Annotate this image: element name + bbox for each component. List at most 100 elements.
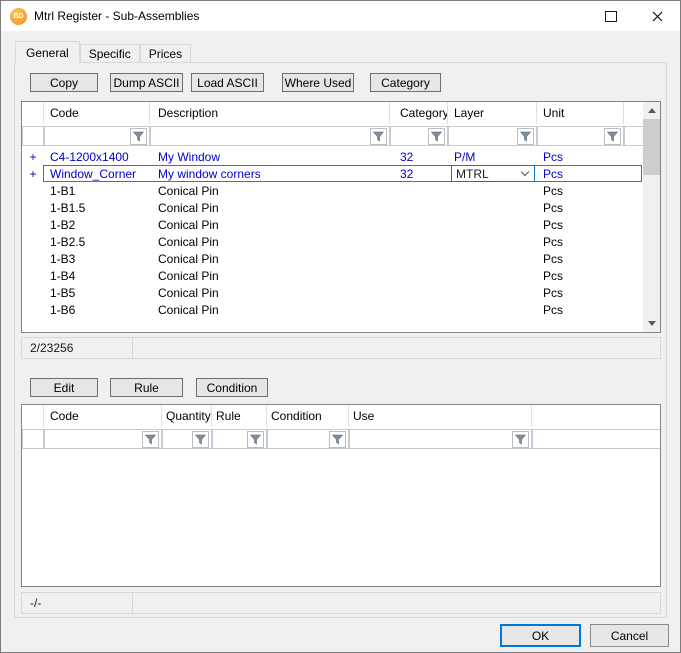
- cell-code[interactable]: 1-B5: [44, 284, 150, 301]
- filter-icon[interactable]: [130, 128, 147, 145]
- scroll-up-button[interactable]: [643, 102, 660, 119]
- filter-icon[interactable]: [512, 431, 529, 448]
- materials-filter-row: [22, 124, 643, 148]
- scrollbar-track[interactable]: [643, 119, 660, 315]
- cell-unit[interactable]: Pcs: [537, 182, 624, 199]
- cell-category[interactable]: [390, 199, 448, 216]
- cell-layer[interactable]: [448, 301, 537, 318]
- maximize-button[interactable]: [588, 1, 634, 31]
- chevron-down-icon: [521, 168, 529, 176]
- cell-description[interactable]: My window corners: [150, 165, 390, 182]
- vertical-scrollbar[interactable]: [643, 102, 660, 332]
- cell-layer[interactable]: [448, 233, 537, 250]
- cell-description[interactable]: Conical Pin: [150, 182, 390, 199]
- filter-icon[interactable]: [428, 128, 445, 145]
- cell-category[interactable]: [390, 216, 448, 233]
- filter-icon[interactable]: [247, 431, 264, 448]
- cell-code[interactable]: 1-B3: [44, 250, 150, 267]
- filter-icon[interactable]: [329, 431, 346, 448]
- row-expand-marker[interactable]: +: [22, 165, 44, 182]
- cell-layer[interactable]: P/M: [448, 148, 537, 165]
- filter-icon[interactable]: [192, 431, 209, 448]
- filter-category[interactable]: [390, 126, 448, 146]
- cell-description[interactable]: Conical Pin: [150, 284, 390, 301]
- cell-unit[interactable]: Pcs: [537, 233, 624, 250]
- cell-layer[interactable]: [448, 267, 537, 284]
- cell-unit[interactable]: Pcs: [537, 165, 624, 182]
- edit-button[interactable]: Edit: [30, 378, 98, 397]
- cell-code[interactable]: 1-B2: [44, 216, 150, 233]
- cell-code[interactable]: C4-1200x1400: [44, 148, 150, 165]
- cell-category[interactable]: [390, 250, 448, 267]
- cell-category[interactable]: [390, 284, 448, 301]
- copy-button[interactable]: Copy: [30, 73, 98, 92]
- filter-unit[interactable]: [537, 126, 624, 146]
- load-ascii-button[interactable]: Load ASCII: [191, 73, 264, 92]
- cancel-button[interactable]: Cancel: [590, 624, 669, 647]
- cell-description[interactable]: Conical Pin: [150, 199, 390, 216]
- cell-layer[interactable]: [448, 284, 537, 301]
- row-expand-marker[interactable]: +: [22, 148, 44, 165]
- filter-condition[interactable]: [267, 429, 349, 449]
- cell-unit[interactable]: Pcs: [537, 199, 624, 216]
- filter-icon[interactable]: [370, 128, 387, 145]
- filter-icon[interactable]: [142, 431, 159, 448]
- cell-category[interactable]: [390, 182, 448, 199]
- cell-category[interactable]: [390, 233, 448, 250]
- main-grid-statusbar: 2/23256: [21, 337, 661, 359]
- cell-unit[interactable]: Pcs: [537, 301, 624, 318]
- cell-description[interactable]: Conical Pin: [150, 233, 390, 250]
- filter-code[interactable]: [44, 429, 162, 449]
- where-used-button[interactable]: Where Used: [282, 73, 354, 92]
- layer-combobox[interactable]: MTRL: [451, 165, 535, 182]
- app-icon: BD: [10, 8, 27, 25]
- detail-grid-statusbar: -/-: [21, 592, 661, 614]
- cell-description[interactable]: Conical Pin: [150, 301, 390, 318]
- filter-description[interactable]: [150, 126, 390, 146]
- cell-unit[interactable]: Pcs: [537, 250, 624, 267]
- cell-unit[interactable]: Pcs: [537, 267, 624, 284]
- scrollbar-thumb[interactable]: [643, 119, 660, 175]
- filter-icon[interactable]: [604, 128, 621, 145]
- cell-category[interactable]: 32: [390, 148, 448, 165]
- cell-code[interactable]: 1-B6: [44, 301, 150, 318]
- filter-use[interactable]: [349, 429, 532, 449]
- filter-icon[interactable]: [517, 128, 534, 145]
- detail-grid-empty-body[interactable]: [22, 451, 660, 586]
- tab-specific[interactable]: Specific: [80, 44, 140, 62]
- cell-description[interactable]: Conical Pin: [150, 216, 390, 233]
- cell-code[interactable]: 1-B4: [44, 267, 150, 284]
- filter-layer[interactable]: [448, 126, 537, 146]
- cell-layer[interactable]: [448, 250, 537, 267]
- condition-button[interactable]: Condition: [196, 378, 268, 397]
- cell-code[interactable]: 1-B1: [44, 182, 150, 199]
- filter-rule[interactable]: [212, 429, 267, 449]
- cell-unit[interactable]: Pcs: [537, 148, 624, 165]
- rule-button[interactable]: Rule: [110, 378, 183, 397]
- cell-category[interactable]: 32: [390, 165, 448, 182]
- cell-description[interactable]: Conical Pin: [150, 267, 390, 284]
- tab-prices[interactable]: Prices: [140, 44, 191, 62]
- cell-category[interactable]: [390, 267, 448, 284]
- cell-description[interactable]: Conical Pin: [150, 250, 390, 267]
- cell-layer[interactable]: [448, 199, 537, 216]
- close-button[interactable]: [634, 1, 680, 31]
- cell-description[interactable]: My Window: [150, 148, 390, 165]
- cell-category[interactable]: [390, 301, 448, 318]
- cell-unit[interactable]: Pcs: [537, 216, 624, 233]
- filter-code[interactable]: [44, 126, 150, 146]
- cell-code[interactable]: 1-B1.5: [44, 199, 150, 216]
- cell-code[interactable]: Window_Corner: [44, 165, 150, 182]
- tab-prices-label: Prices: [149, 47, 182, 61]
- ok-button[interactable]: OK: [500, 624, 581, 647]
- cell-unit[interactable]: Pcs: [537, 284, 624, 301]
- scroll-down-button[interactable]: [643, 315, 660, 332]
- filter-quantity[interactable]: [162, 429, 212, 449]
- category-button[interactable]: Category: [370, 73, 441, 92]
- cell-layer[interactable]: [448, 216, 537, 233]
- dump-ascii-button[interactable]: Dump ASCII: [110, 73, 183, 92]
- cell-layer[interactable]: [448, 182, 537, 199]
- tab-general[interactable]: General: [15, 41, 80, 63]
- title-bar[interactable]: BD Mtrl Register - Sub-Assemblies: [1, 1, 680, 31]
- cell-code[interactable]: 1-B2.5: [44, 233, 150, 250]
